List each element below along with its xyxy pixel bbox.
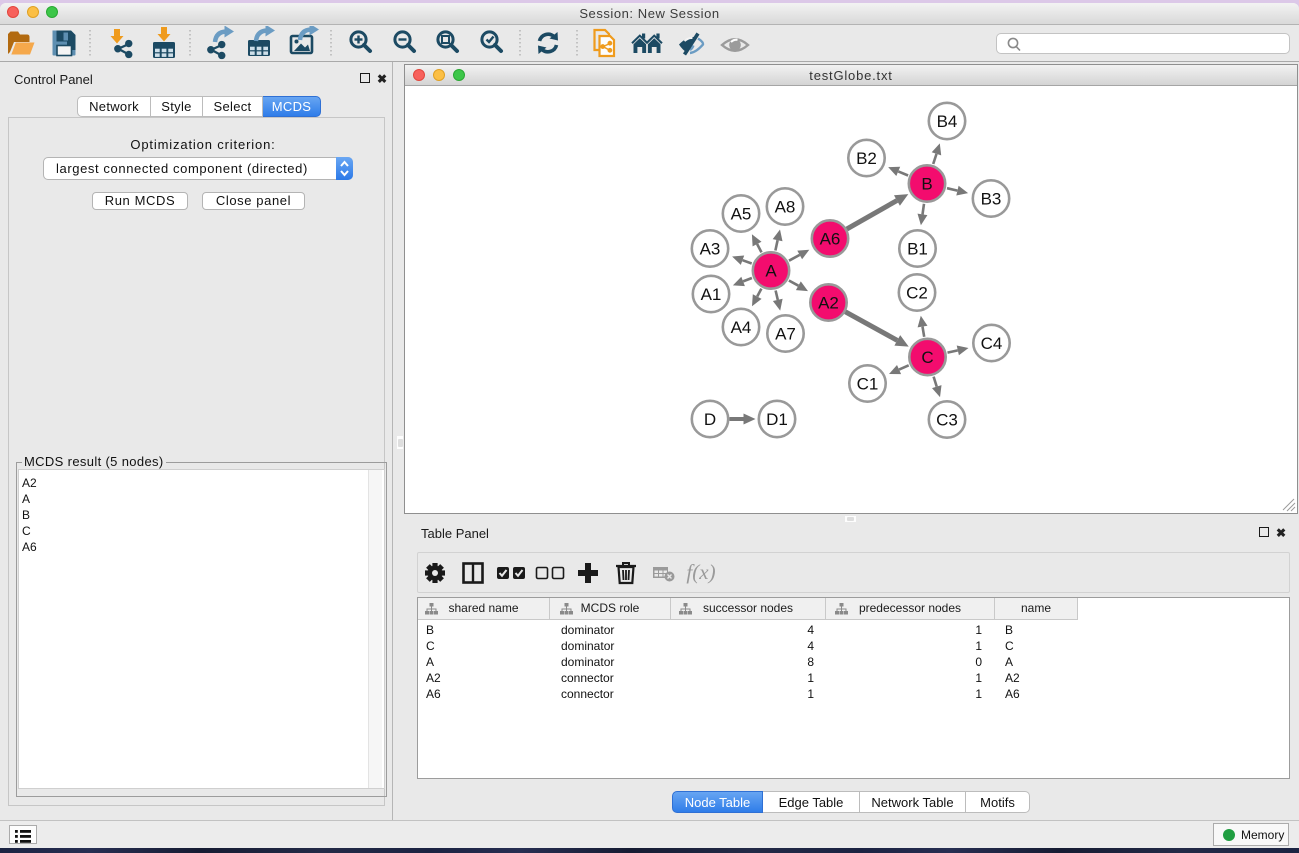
svg-text:B: B — [921, 175, 932, 194]
svg-text:B4: B4 — [937, 112, 958, 131]
svg-text:A2: A2 — [818, 294, 839, 313]
svg-text:C1: C1 — [857, 375, 879, 394]
svg-text:A5: A5 — [731, 205, 752, 224]
svg-text:A6: A6 — [820, 230, 841, 249]
svg-text:C4: C4 — [981, 334, 1003, 353]
svg-text:A3: A3 — [700, 240, 721, 259]
svg-text:B2: B2 — [856, 149, 877, 168]
svg-text:A8: A8 — [775, 198, 796, 217]
svg-text:B1: B1 — [907, 240, 928, 259]
svg-text:f(x): f(x) — [686, 560, 715, 584]
svg-text:A7: A7 — [775, 325, 796, 344]
svg-text:C: C — [921, 348, 933, 367]
svg-text:A: A — [765, 262, 777, 281]
svg-text:D: D — [704, 410, 716, 429]
svg-text:A4: A4 — [731, 318, 752, 337]
svg-text:B3: B3 — [981, 190, 1002, 209]
svg-text:A1: A1 — [701, 285, 722, 304]
svg-text:C3: C3 — [936, 411, 958, 430]
svg-text:D1: D1 — [766, 410, 788, 429]
svg-text:C2: C2 — [906, 284, 928, 303]
